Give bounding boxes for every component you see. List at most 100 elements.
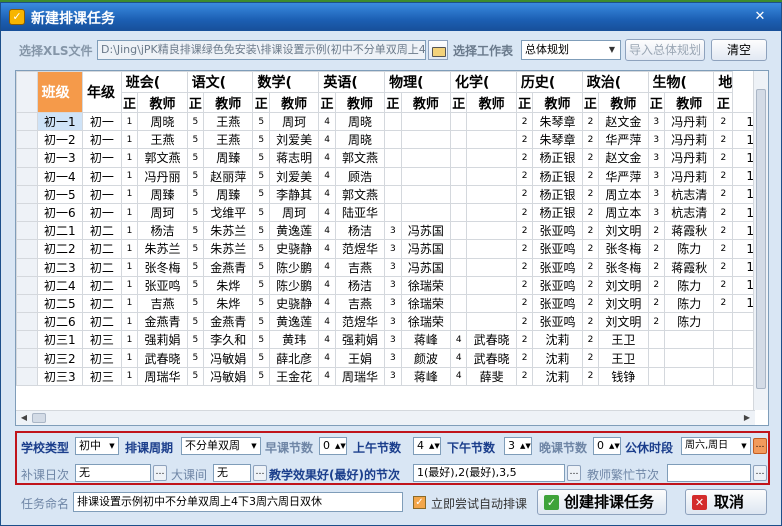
teacher-cell[interactable]: 郭文燕	[334, 148, 386, 168]
teacher-cell[interactable]	[400, 184, 452, 204]
periods-cell[interactable]: 1	[120, 239, 139, 259]
teacher-cell[interactable]	[400, 166, 452, 186]
teacher-cell[interactable]: 朱苏兰	[137, 239, 188, 259]
periods-cell[interactable]: 3	[384, 221, 402, 241]
periods-cell[interactable]: 4	[318, 312, 336, 332]
teacher-cell[interactable]	[400, 148, 452, 168]
periods-cell[interactable]: 2	[515, 111, 534, 132]
teacher-cell[interactable]	[664, 330, 715, 350]
teacher-cell[interactable]: 周珂	[268, 111, 320, 132]
teacher-cell[interactable]: 王燕	[203, 111, 254, 132]
periods-cell[interactable]: 5	[252, 348, 270, 368]
teacher-cell[interactable]: 陈力	[664, 293, 715, 314]
periods-cell[interactable]: 5	[186, 221, 205, 241]
periods-cell[interactable]	[384, 184, 402, 204]
teacher-cell[interactable]: 冯丹莉	[664, 148, 715, 168]
periods-cell[interactable]: 5	[252, 202, 270, 223]
col-header-periods[interactable]: 正	[647, 92, 666, 113]
grade-cell[interactable]: 初三	[82, 330, 122, 350]
col-header-teacher[interactable]: 教师	[334, 92, 386, 113]
col-header-subject[interactable]: 政治(	[581, 71, 649, 93]
periods-cell[interactable]: 3	[384, 239, 402, 259]
periods-cell[interactable]: 5	[186, 257, 205, 277]
periods-cell[interactable]: 5	[186, 312, 205, 332]
teacher-cell[interactable]: 李久和	[203, 330, 254, 350]
class-cell[interactable]: 初一5	[36, 184, 84, 204]
row-header-cell[interactable]	[16, 202, 38, 223]
row-header-cell[interactable]	[16, 130, 38, 150]
break-field[interactable]: 无	[213, 464, 251, 482]
col-header-teacher[interactable]: 教师	[203, 92, 254, 113]
pm-spinner[interactable]: 3 ▲▼	[504, 437, 532, 455]
col-header-periods[interactable]: 正	[252, 92, 270, 113]
teacher-cell[interactable]	[466, 257, 517, 277]
periods-cell[interactable]: 5	[252, 312, 270, 332]
periods-cell[interactable]: 5	[186, 111, 205, 132]
create-task-button[interactable]: ✓ 创建排课任务	[537, 489, 667, 515]
periods-cell[interactable]: 2	[515, 312, 534, 332]
periods-cell[interactable]	[384, 130, 402, 150]
teacher-cell[interactable]: 武春晓	[466, 330, 517, 350]
periods-cell[interactable]: 4	[318, 275, 336, 295]
class-cell[interactable]: 初二1	[36, 221, 84, 241]
teacher-cell[interactable]: 朱烨	[203, 275, 254, 295]
class-cell[interactable]: 初三3	[36, 366, 84, 386]
periods-cell[interactable]: 2	[581, 257, 600, 277]
periods-cell[interactable]: 3	[384, 366, 402, 386]
teacher-cell[interactable]: 冯敏娟	[203, 366, 254, 386]
row-header-cell[interactable]	[16, 111, 38, 132]
teacher-cell[interactable]	[466, 130, 517, 150]
teacher-cell[interactable]	[466, 239, 517, 259]
periods-cell[interactable]	[713, 348, 734, 368]
teacher-cell[interactable]: 范煜华	[334, 312, 386, 332]
periods-cell[interactable]: 4	[318, 293, 336, 314]
periods-cell[interactable]: 1	[120, 257, 139, 277]
periods-cell[interactable]: 5	[186, 130, 205, 150]
periods-cell[interactable]: 1	[120, 221, 139, 241]
class-cell[interactable]: 初二3	[36, 257, 84, 277]
teacher-cell[interactable]: 王卫	[598, 348, 649, 368]
periods-cell[interactable]: 3	[384, 275, 402, 295]
teacher-cell[interactable]: 吉燕	[334, 257, 386, 277]
teacher-cell[interactable]: 冯丹莉	[664, 111, 715, 132]
periods-cell[interactable]	[450, 293, 468, 314]
teacher-cell[interactable]: 张冬梅	[137, 257, 188, 277]
teacher-cell[interactable]: 范煜华	[334, 239, 386, 259]
cycle-select[interactable]: 不分单双周 ▼	[181, 437, 261, 455]
periods-cell[interactable]: 5	[186, 366, 205, 386]
teacher-cell[interactable]: 张亚鸣	[532, 312, 583, 332]
col-header-subject[interactable]: 班会(	[120, 71, 188, 93]
periods-cell[interactable]	[450, 148, 468, 168]
teacher-cell[interactable]: 陈少鹏	[268, 275, 320, 295]
teacher-cell[interactable]: 武春晓	[466, 348, 517, 368]
teacher-cell[interactable]: 杨洁	[137, 221, 188, 241]
class-cell[interactable]: 初二4	[36, 275, 84, 295]
teacher-cell[interactable]: 陈力	[664, 239, 715, 259]
row-header-cell[interactable]	[16, 221, 38, 241]
teacher-cell[interactable]: 冯丹莉	[664, 130, 715, 150]
teacher-cell[interactable]: 王燕	[203, 130, 254, 150]
teacher-cell[interactable]: 蒋峰	[400, 330, 452, 350]
teacher-cell[interactable]: 张亚鸣	[532, 293, 583, 314]
periods-cell[interactable]: 3	[384, 293, 402, 314]
evening-spinner[interactable]: 0 ▲▼	[593, 437, 621, 455]
teacher-cell[interactable]: 冯苏国	[400, 257, 452, 277]
teacher-cell[interactable]: 杨正银	[532, 202, 583, 223]
periods-cell[interactable]: 2	[581, 330, 600, 350]
teacher-cell[interactable]: 刘文明	[598, 221, 649, 241]
periods-cell[interactable]: 5	[252, 221, 270, 241]
periods-cell[interactable]: 5	[252, 239, 270, 259]
teacher-cell[interactable]: 刘文明	[598, 275, 649, 295]
periods-cell[interactable]: 3	[384, 348, 402, 368]
periods-cell[interactable]	[450, 166, 468, 186]
periods-cell[interactable]	[450, 184, 468, 204]
periods-cell[interactable]: 4	[318, 348, 336, 368]
teacher-cell[interactable]: 沈莉	[532, 348, 583, 368]
col-header-subject[interactable]: 化学(	[450, 71, 517, 93]
vertical-scrollbar[interactable]	[753, 71, 768, 410]
col-header-teacher[interactable]: 教师	[466, 92, 517, 113]
grade-cell[interactable]: 初一	[82, 111, 122, 132]
row-header-cell[interactable]	[16, 293, 38, 314]
periods-cell[interactable]: 2	[515, 184, 534, 204]
periods-cell[interactable]	[450, 130, 468, 150]
